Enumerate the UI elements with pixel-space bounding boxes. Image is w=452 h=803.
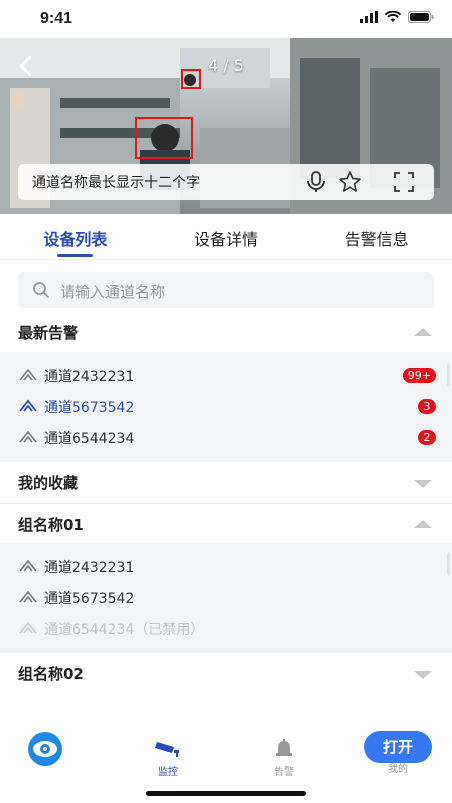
channel-label: 通道2432231 [44,560,135,576]
alarm-count-badge: 3 [418,399,436,414]
section-latest-alarm[interactable]: 最新告警 [0,312,452,352]
section-title: 组名称01 [18,516,84,534]
list-item[interactable]: 通道2432231 99+ [0,360,452,391]
nav-alarm[interactable]: 告警 [254,738,314,778]
camera-channel-icon [19,621,37,634]
group-01-list: 通道2432231 通道5673542 通道6544234（已禁用） [0,543,452,653]
channel-label: 通道5673542 [44,591,135,607]
channel-title: 通道名称最长显示十二个字 [32,175,200,191]
nav-monitor-label: 监控 [158,767,178,778]
search-placeholder: 请输入通道名称 [60,283,166,301]
collapse-arrow-icon[interactable] [414,520,432,528]
wifi-icon [385,11,401,22]
tab-alarm-info-label: 告警信息 [344,230,409,249]
section-group-01[interactable]: 组名称01 [0,503,452,543]
app-screen: 9:41 4 / 5 通道名称最长显示十二个字 设备列表 设备详情 告警信息 请… [0,0,452,803]
tab-device-list[interactable]: 设备列表 [0,214,151,259]
alarm-bell-icon [276,739,292,756]
signal-icon [360,11,378,23]
status-icons [360,11,434,23]
tab-alarm-info[interactable]: 告警信息 [301,214,452,259]
status-bar: 9:41 [0,0,452,38]
tab-device-details[interactable]: 设备详情 [151,214,302,259]
section-favorites[interactable]: 我的收藏 [0,462,452,502]
section-group-02[interactable]: 组名称02 [0,653,452,693]
scrollbar[interactable] [447,553,450,575]
collapse-arrow-icon[interactable] [414,328,432,336]
list-item[interactable]: 通道5673542 [0,582,452,613]
list-item[interactable]: 通道2432231 [0,551,452,582]
section-title: 我的收藏 [18,474,79,492]
camera-channel-icon [19,559,37,572]
section-title: 最新告警 [18,324,79,342]
list-item[interactable]: 通道5673542 3 [0,391,452,422]
list-item-disabled: 通道6544234（已禁用） [0,613,452,644]
video-player[interactable]: 4 / 5 通道名称最长显示十二个字 [0,38,452,214]
image-counter: 4 / 5 [208,56,244,75]
search-icon [33,282,49,298]
nav-monitor[interactable]: 监控 [138,738,198,778]
camera-icon [155,742,179,757]
status-time: 9:41 [40,10,73,27]
nav-alarm-label: 告警 [274,767,294,778]
expand-arrow-icon[interactable] [414,480,432,488]
scrollbar[interactable] [447,364,450,386]
microphone-icon[interactable] [304,170,328,194]
camera-channel-icon [19,368,37,381]
channel-label: 通道5673542 [44,400,135,416]
open-button[interactable]: 打开 [364,731,432,763]
search-input[interactable]: 请输入通道名称 [18,272,434,308]
section-title: 组名称02 [18,665,84,683]
channel-label: 通道2432231 [44,369,135,385]
tab-device-list-label: 设备列表 [43,230,108,249]
star-icon[interactable] [338,170,362,194]
alarm-count-badge: 2 [418,430,436,445]
tab-bar: 设备列表 设备详情 告警信息 [0,214,452,260]
latest-alarm-list: 通道2432231 99+ 通道5673542 3 通道6544234 2 [0,352,452,462]
camera-channel-icon [19,399,37,412]
channel-label: 通道6544234（已禁用） [44,622,205,638]
home-indicator[interactable] [146,791,306,796]
list-item[interactable]: 通道6544234 2 [0,422,452,453]
app-logo-icon[interactable] [26,730,64,768]
alarm-count-badge: 99+ [402,368,436,383]
channel-label: 通道6544234 [44,431,135,447]
battery-icon [408,11,434,23]
camera-channel-icon [19,430,37,443]
expand-arrow-icon[interactable] [414,671,432,679]
camera-channel-icon [19,590,37,603]
tab-device-details-label: 设备详情 [194,230,259,249]
channel-bar: 通道名称最长显示十二个字 [18,164,434,200]
fullscreen-icon[interactable] [392,170,416,194]
bottom-nav: 监控 告警 我的 打开 [0,722,452,782]
active-tab-indicator [57,254,94,257]
